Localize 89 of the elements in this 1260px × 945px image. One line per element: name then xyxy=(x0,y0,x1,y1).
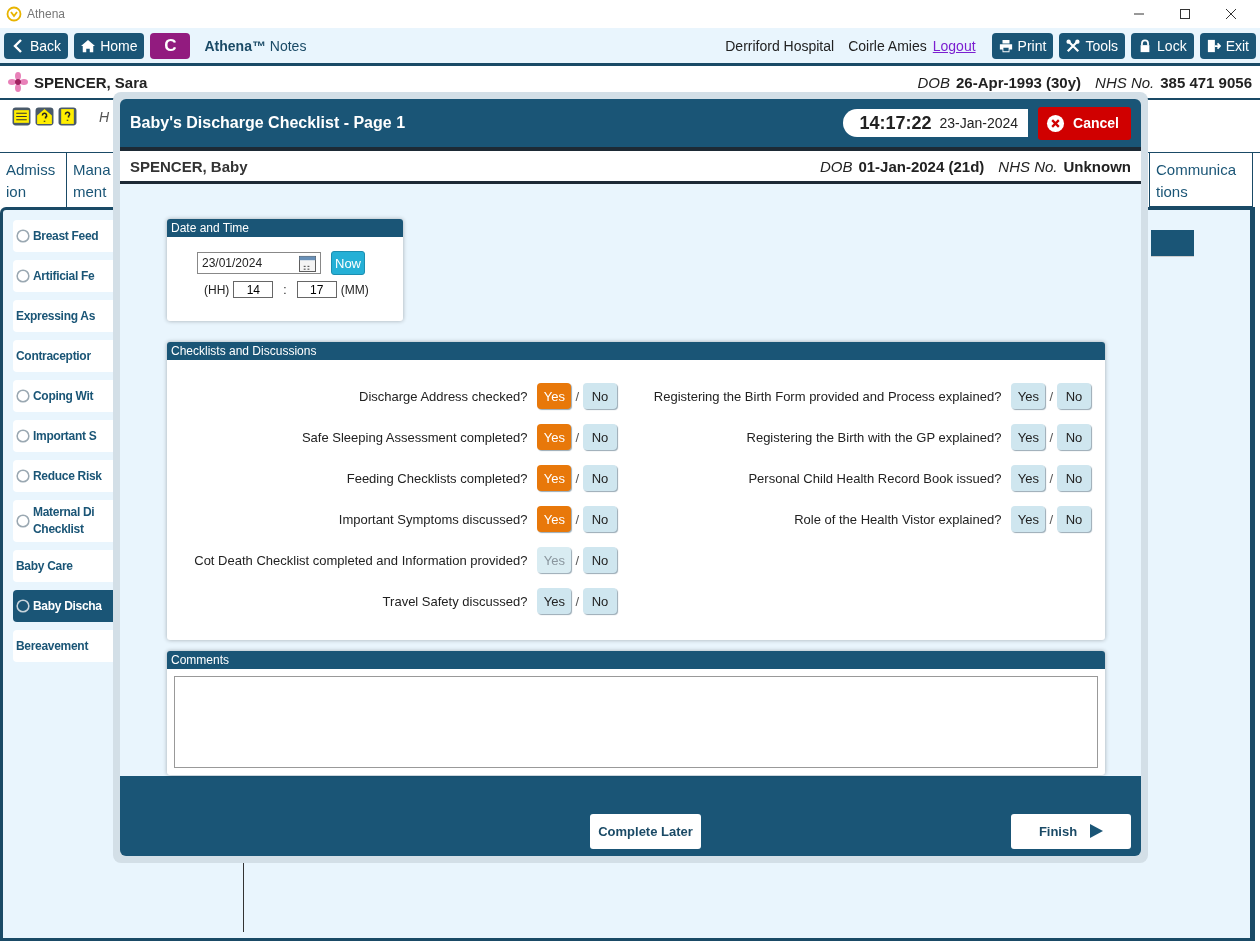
question-label: Feeding Checklists completed? xyxy=(346,470,528,486)
question-label: Registering the Birth Form provided and Process explained? xyxy=(653,388,1002,404)
answer-button[interactable]: No xyxy=(1057,506,1091,532)
alert-icon[interactable] xyxy=(12,107,31,126)
exit-icon xyxy=(1206,38,1221,53)
question-label: Important Symptoms discussed? xyxy=(338,511,528,527)
tools-icon xyxy=(1066,38,1081,53)
toolbar-button[interactable]: Exit xyxy=(1199,32,1256,59)
toolbar-button[interactable]: Lock xyxy=(1131,32,1194,59)
answer-button[interactable]: Yes xyxy=(1011,465,1046,491)
question-label: Travel Safety discussed? xyxy=(382,593,528,609)
comments-field[interactable] xyxy=(174,676,1098,768)
nhs-value: 385 471 9056 xyxy=(1160,73,1252,91)
cancel-button[interactable]: Cancel xyxy=(1038,106,1131,140)
hours-label: (HH) xyxy=(204,282,230,297)
complete-later-button[interactable]: Complete Later xyxy=(590,813,701,849)
tab[interactable]: Communica tions xyxy=(1149,152,1253,207)
dialog-title: Baby's Discharge Checklist - Page 1 xyxy=(130,114,406,132)
answer-button[interactable]: Yes xyxy=(1011,506,1046,532)
option-separator: / xyxy=(575,388,579,404)
hospital-name: Derriford Hospital xyxy=(725,37,835,54)
toolbar-button[interactable]: Print xyxy=(991,32,1054,59)
logout-link[interactable]: Logout xyxy=(932,37,976,54)
window-title: Athena xyxy=(27,7,66,21)
answer-button[interactable]: No xyxy=(583,424,617,450)
dob-label: DOB xyxy=(819,157,853,175)
answer-button[interactable]: Yes xyxy=(1011,383,1046,409)
dob-value: 26-Apr-1993 (30y) xyxy=(956,73,1082,91)
maximize-icon[interactable] xyxy=(1179,8,1191,20)
answer-button[interactable]: Yes xyxy=(1011,424,1046,450)
answer-button[interactable]: No xyxy=(583,465,617,491)
card-header: Checklists and Discussions xyxy=(167,342,1105,360)
minutes-field[interactable]: 17 xyxy=(296,281,337,298)
nhs-label: NHS No. xyxy=(1095,73,1155,91)
nhs-label: NHS No. xyxy=(998,157,1058,175)
date-field[interactable]: 23/01/2024 xyxy=(197,252,321,274)
card-header: Date and Time xyxy=(167,219,403,237)
toolbar-button[interactable]: Home xyxy=(74,32,145,59)
app-name: Athena™ Notes xyxy=(204,37,307,54)
option-separator: / xyxy=(575,552,579,568)
question-label: Discharge Address checked? xyxy=(359,388,528,404)
option-separator: / xyxy=(1049,511,1053,527)
answer-button[interactable]: No xyxy=(583,588,617,614)
question-label: Registering the Birth with the GP explained? xyxy=(746,429,1002,445)
option-separator: / xyxy=(1049,429,1053,445)
answer-button[interactable]: No xyxy=(1057,465,1091,491)
clock-display: 14:17:22 23-Jan-2024 xyxy=(843,109,1029,137)
app-logo-icon xyxy=(6,6,22,22)
minutes-label: (MM) xyxy=(340,282,369,297)
toolbar-button[interactable]: Back xyxy=(4,32,69,59)
home-icon xyxy=(81,38,96,53)
patient-name: SPENCER, Sara xyxy=(34,73,148,91)
answer-button[interactable]: No xyxy=(583,547,617,573)
answer-button[interactable]: No xyxy=(1057,424,1091,450)
answer-button[interactable]: No xyxy=(583,506,617,532)
help-icon[interactable] xyxy=(35,107,54,126)
close-icon[interactable] xyxy=(1225,8,1237,20)
answer-button[interactable]: No xyxy=(583,383,617,409)
module-badge[interactable]: C xyxy=(150,32,191,59)
option-separator: / xyxy=(1049,470,1053,486)
option-separator: / xyxy=(575,593,579,609)
question-label: Personal Child Health Record Book issued? xyxy=(748,470,1002,486)
calendar-icon[interactable] xyxy=(299,254,316,272)
dob-label: DOB xyxy=(917,73,950,91)
flower-icon xyxy=(8,72,28,92)
answer-button[interactable]: Yes xyxy=(537,588,572,614)
card-header: Comments xyxy=(167,651,1105,669)
dob-value: 01-Jan-2024 (21d) xyxy=(858,157,985,175)
answer-button[interactable]: No xyxy=(1057,383,1091,409)
finish-button[interactable]: Finish xyxy=(1011,813,1131,849)
question-label: Cot Death Checklist completed and Information provided? xyxy=(194,552,528,568)
option-separator: / xyxy=(575,470,579,486)
info-text: H xyxy=(99,109,110,125)
nhs-value: Unknown xyxy=(1063,157,1131,175)
user-name: Coirle Amies xyxy=(848,37,927,54)
option-separator: / xyxy=(1049,388,1053,404)
help-icon[interactable] xyxy=(58,107,77,126)
panel-header xyxy=(1151,230,1194,257)
question-label: Role of the Health Vistor explained? xyxy=(794,511,1002,527)
option-separator: / xyxy=(575,429,579,445)
option-separator: / xyxy=(575,511,579,527)
question-label: Safe Sleeping Assessment completed? xyxy=(301,429,528,445)
toolbar-button[interactable]: Tools xyxy=(1059,32,1126,59)
play-icon xyxy=(1089,824,1104,838)
back-icon xyxy=(11,38,25,53)
close-circle-icon xyxy=(1046,113,1066,133)
printer-icon xyxy=(998,38,1013,53)
hours-field[interactable]: 14 xyxy=(233,281,274,298)
time-separator: : xyxy=(283,282,287,297)
